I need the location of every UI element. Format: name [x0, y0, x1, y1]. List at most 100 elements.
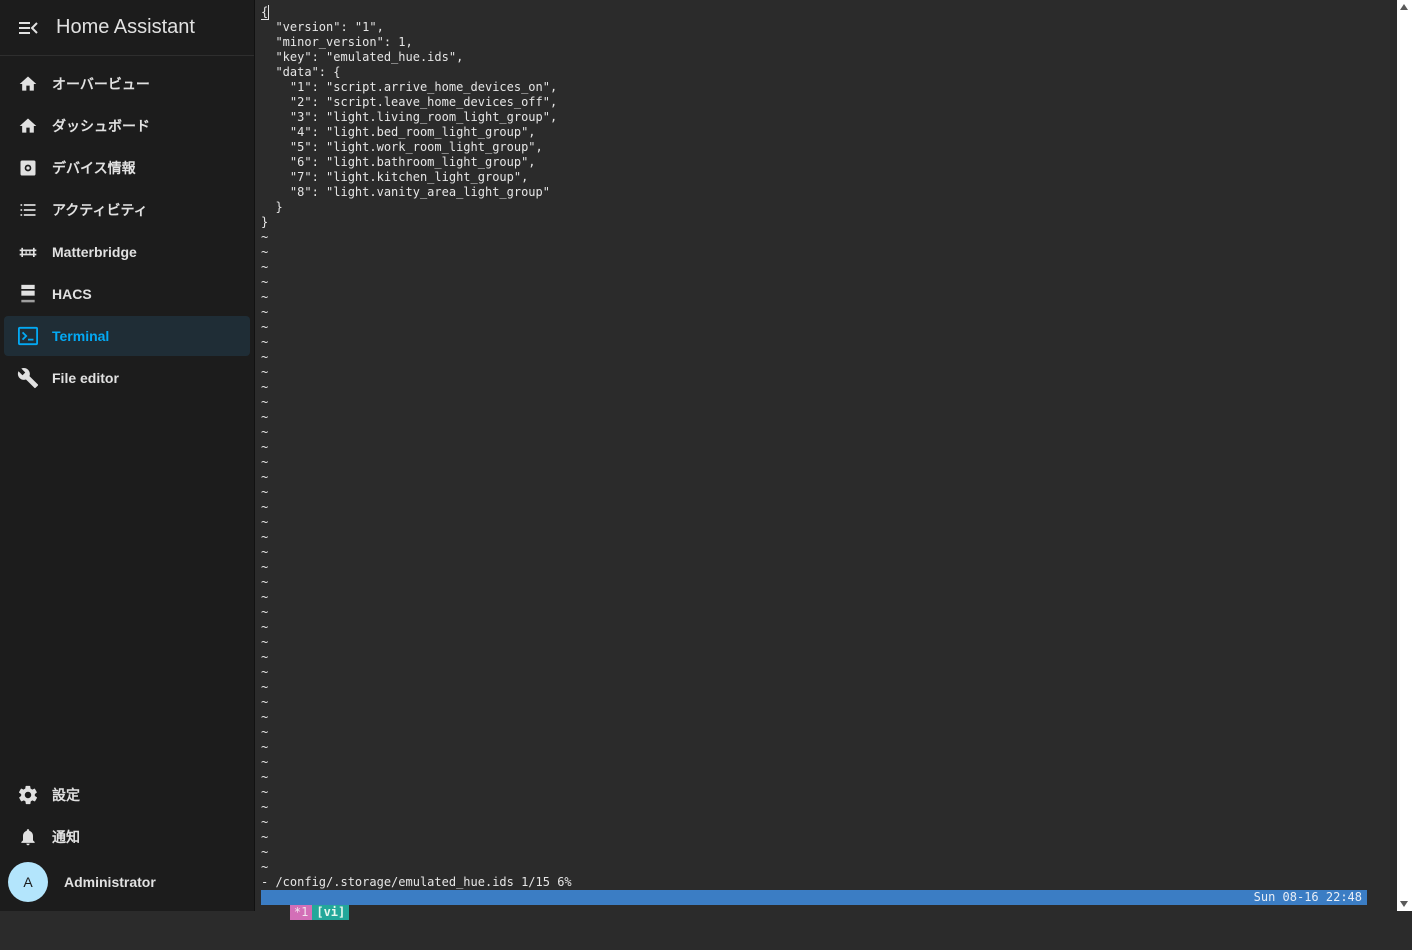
- bell-icon: [4, 826, 52, 848]
- empty-line-marker: ~: [261, 245, 269, 259]
- file-line: "5": "light.work_room_light_group",: [261, 140, 543, 154]
- scroll-down-arrow-icon[interactable]: [1400, 901, 1408, 907]
- empty-line-marker: ~: [261, 395, 269, 409]
- empty-line-marker: ~: [261, 620, 269, 634]
- file-line: {: [261, 5, 1391, 20]
- file-line: "data": {: [261, 65, 341, 79]
- empty-line-marker: ~: [261, 275, 269, 289]
- menu-toggle-button[interactable]: [0, 0, 56, 55]
- sidebar-item-label: ダッシュボード: [52, 118, 150, 134]
- empty-line-marker: ~: [261, 725, 269, 739]
- terminal-content: { "version": "1", "minor_version": 1, "k…: [261, 5, 1391, 875]
- sidebar-item-label: HACS: [52, 286, 92, 302]
- empty-line-marker: ~: [261, 650, 269, 664]
- empty-line-marker: ~: [261, 695, 269, 709]
- empty-line-marker: ~: [261, 425, 269, 439]
- terminal-view[interactable]: { "version": "1", "minor_version": 1, "k…: [256, 0, 1397, 920]
- tmux-clock: Sun 08-16 22:48: [1253, 890, 1362, 904]
- empty-line-marker: ~: [261, 590, 269, 604]
- empty-line-marker: ~: [261, 815, 269, 829]
- sidebar-item-profile[interactable]: A Administrator: [4, 859, 250, 905]
- sidebar-item-overview[interactable]: オーバービュー: [4, 64, 250, 104]
- avatar: A: [8, 862, 48, 902]
- empty-line-marker: ~: [261, 605, 269, 619]
- empty-line-marker: ~: [261, 785, 269, 799]
- file-line: "8": "light.vanity_area_light_group": [261, 185, 550, 199]
- empty-line-marker: ~: [261, 515, 269, 529]
- sidebar-item-file-editor[interactable]: File editor: [4, 358, 250, 398]
- empty-line-marker: ~: [261, 860, 269, 874]
- sidebar-item-label: アクティビティ: [52, 202, 148, 218]
- sidebar-header: Home Assistant: [0, 0, 254, 56]
- empty-line-marker: ~: [261, 470, 269, 484]
- file-line: "3": "light.living_room_light_group",: [261, 110, 558, 124]
- sidebar-item-label: オーバービュー: [52, 76, 150, 92]
- empty-line-marker: ~: [261, 560, 269, 574]
- gear-icon: [4, 784, 52, 806]
- empty-line-marker: ~: [261, 230, 269, 244]
- bridge-icon: [4, 242, 52, 262]
- file-line: "1": "script.arrive_home_devices_on",: [261, 80, 558, 94]
- sidebar-item-settings[interactable]: 設定: [4, 775, 250, 815]
- file-line: "key": "emulated_hue.ids",: [261, 50, 464, 64]
- sidebar-item-matterbridge[interactable]: Matterbridge: [4, 232, 250, 272]
- tmux-mode-indicator: [vi]: [312, 905, 350, 920]
- scroll-up-arrow-icon[interactable]: [1400, 4, 1408, 10]
- empty-line-marker: ~: [261, 440, 269, 454]
- empty-line-marker: ~: [261, 380, 269, 394]
- file-line: }: [261, 200, 283, 214]
- empty-line-marker: ~: [261, 635, 269, 649]
- file-line: }: [261, 215, 269, 229]
- empty-line-marker: ~: [261, 845, 269, 859]
- empty-line-marker: ~: [261, 320, 269, 334]
- sidebar-item-activity[interactable]: アクティビティ: [4, 190, 250, 230]
- sidebar-item-hacs[interactable]: HACS: [4, 274, 250, 314]
- empty-line-marker: ~: [261, 680, 269, 694]
- hacs-icon: [4, 283, 52, 305]
- sidebar-item-label: File editor: [52, 370, 119, 386]
- empty-line-marker: ~: [261, 485, 269, 499]
- sidebar-item-dashboard[interactable]: ダッシュボード: [4, 106, 250, 146]
- empty-line-marker: ~: [261, 500, 269, 514]
- vi-status-line: - /config/.storage/emulated_hue.ids 1/15…: [261, 875, 572, 889]
- empty-line-marker: ~: [261, 665, 269, 679]
- empty-line-marker: ~: [261, 335, 269, 349]
- empty-line-marker: ~: [261, 455, 269, 469]
- empty-line-marker: ~: [261, 350, 269, 364]
- file-line: "6": "light.bathroom_light_group",: [261, 155, 536, 169]
- wrench-icon: [4, 367, 52, 389]
- empty-line-marker: ~: [261, 710, 269, 724]
- file-line: "2": "script.leave_home_devices_off",: [261, 95, 558, 109]
- device-info-icon: [4, 158, 52, 178]
- sidebar-item-label: 設定: [52, 787, 80, 803]
- user-name: Administrator: [64, 874, 156, 890]
- empty-line-marker: ~: [261, 410, 269, 424]
- sidebar-item-label: Terminal: [52, 328, 110, 344]
- empty-line-marker: ~: [261, 740, 269, 754]
- page-scrollbar[interactable]: [1397, 0, 1412, 911]
- empty-line-marker: ~: [261, 260, 269, 274]
- sidebar-item-label: Matterbridge: [52, 244, 137, 260]
- empty-line-marker: ~: [261, 770, 269, 784]
- sidebar: Home Assistant オーバービュー ダッシュボード デバイス情報 アク…: [0, 0, 255, 911]
- empty-line-marker: ~: [261, 755, 269, 769]
- empty-line-marker: ~: [261, 530, 269, 544]
- sidebar-nav: オーバービュー ダッシュボード デバイス情報 アクティビティ Matterbri…: [0, 56, 254, 398]
- empty-line-marker: ~: [261, 575, 269, 589]
- home-icon: [4, 74, 52, 94]
- text-cursor: {: [261, 5, 270, 20]
- tmux-window-indicator[interactable]: *1: [289, 905, 313, 920]
- file-line: "version": "1",: [261, 20, 384, 34]
- sidebar-item-notifications[interactable]: 通知: [4, 817, 250, 857]
- empty-line-marker: ~: [261, 365, 269, 379]
- empty-line-marker: ~: [261, 800, 269, 814]
- sidebar-item-device-info[interactable]: デバイス情報: [4, 148, 250, 188]
- app-title: Home Assistant: [56, 16, 195, 38]
- tmux-status-bar: *1 [vi] Sun 08-16 22:48: [261, 890, 1367, 920]
- list-icon: [4, 200, 52, 220]
- empty-line-marker: ~: [261, 545, 269, 559]
- sidebar-item-terminal[interactable]: Terminal: [4, 316, 250, 356]
- terminal-icon: [4, 326, 52, 346]
- empty-line-marker: ~: [261, 305, 269, 319]
- sidebar-item-label: 通知: [52, 829, 80, 845]
